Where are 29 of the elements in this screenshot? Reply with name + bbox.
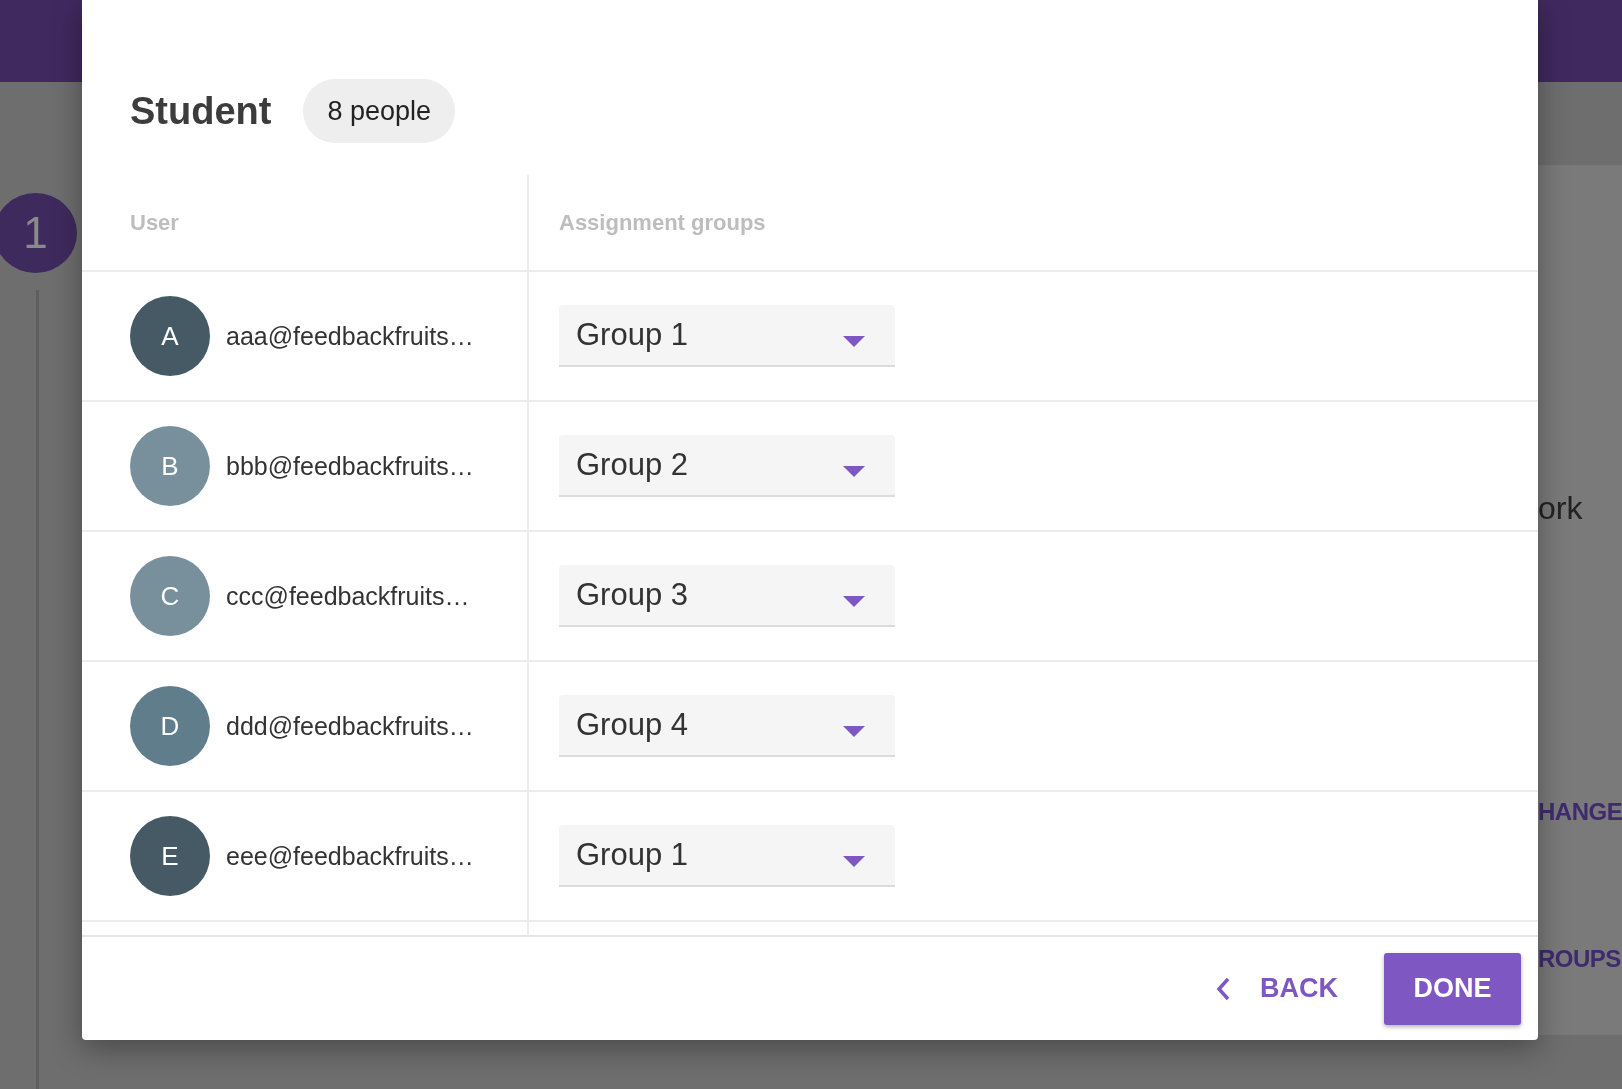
dropdown-arrow-icon xyxy=(843,465,865,477)
dropdown-arrow-icon xyxy=(843,335,865,347)
avatar: C xyxy=(130,556,210,636)
user-email: bbb@feedbackfruits… xyxy=(226,451,474,481)
group-dropdown[interactable]: Group 1 xyxy=(559,305,895,367)
column-header: Assignment groups xyxy=(559,209,766,236)
user-email: eee@feedbackfruits… xyxy=(226,841,474,871)
group-dropdown[interactable]: Group 4 xyxy=(559,695,895,757)
card-text: ork xyxy=(1538,490,1583,527)
avatar: D xyxy=(130,686,210,766)
avatar: A xyxy=(130,296,210,376)
group-dropdown[interactable]: Group 2 xyxy=(559,435,895,497)
chevron-left-icon xyxy=(1216,976,1230,1001)
people-count-chip: 8 people xyxy=(303,79,456,143)
column-header: User xyxy=(130,209,179,236)
dropdown-arrow-icon xyxy=(843,595,865,607)
dropdown-arrow-icon xyxy=(843,855,865,867)
user-email: ddd@feedbackfruits… xyxy=(226,711,474,741)
dialog-title: Student xyxy=(130,89,272,133)
avatar: B xyxy=(130,426,210,506)
done-button[interactable]: DONE xyxy=(1384,952,1521,1025)
group-dropdown[interactable]: Group 3 xyxy=(559,565,895,627)
back-button[interactable]: BACK xyxy=(1216,973,1338,1004)
user-email: ccc@feedbackfruits… xyxy=(226,581,470,611)
group-dropdown[interactable]: Group 1 xyxy=(559,825,895,887)
dropdown-arrow-icon xyxy=(843,725,865,737)
avatar: E xyxy=(130,816,210,896)
step-number: 1 xyxy=(0,193,77,273)
user-email: aaa@feedbackfruits… xyxy=(226,321,474,351)
